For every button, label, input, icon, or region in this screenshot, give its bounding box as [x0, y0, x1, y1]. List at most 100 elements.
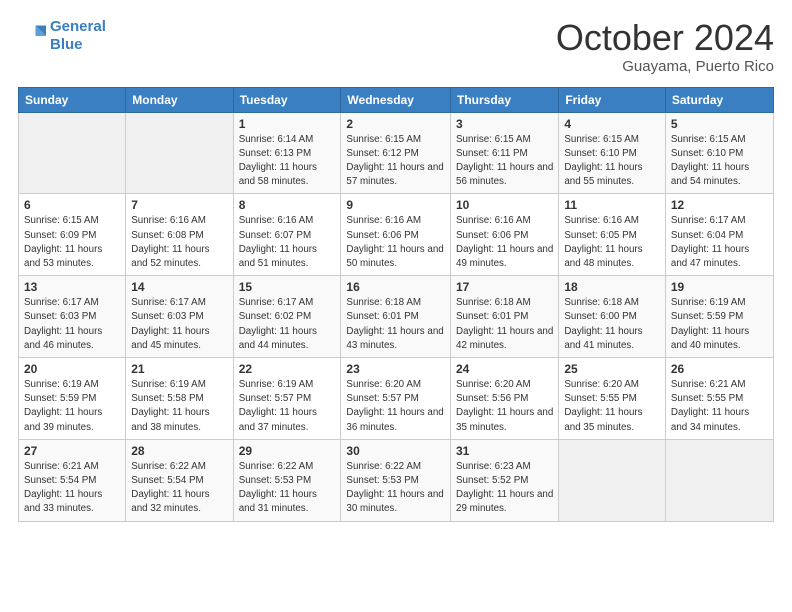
- day-info: Sunrise: 6:23 AMSunset: 5:52 PMDaylight:…: [456, 461, 553, 515]
- day-number: 14: [131, 280, 227, 294]
- day-info: Sunrise: 6:20 AMSunset: 5:56 PMDaylight:…: [456, 379, 553, 433]
- day-info: Sunrise: 6:16 AMSunset: 6:08 PMDaylight:…: [131, 215, 209, 269]
- day-info: Sunrise: 6:22 AMSunset: 5:53 PMDaylight:…: [239, 461, 317, 515]
- day-number: 24: [456, 362, 553, 376]
- day-number: 19: [671, 280, 768, 294]
- calendar: SundayMondayTuesdayWednesdayThursdayFrid…: [18, 87, 774, 522]
- calendar-cell: 29 Sunrise: 6:22 AMSunset: 5:53 PMDaylig…: [233, 439, 341, 521]
- day-number: 21: [131, 362, 227, 376]
- day-info: Sunrise: 6:15 AMSunset: 6:11 PMDaylight:…: [456, 134, 553, 188]
- calendar-cell: 11 Sunrise: 6:16 AMSunset: 6:05 PMDaylig…: [559, 194, 666, 276]
- calendar-cell: [126, 112, 233, 194]
- day-info: Sunrise: 6:15 AMSunset: 6:10 PMDaylight:…: [564, 134, 642, 188]
- calendar-cell: 13 Sunrise: 6:17 AMSunset: 6:03 PMDaylig…: [19, 276, 126, 358]
- day-info: Sunrise: 6:15 AMSunset: 6:12 PMDaylight:…: [346, 134, 443, 188]
- day-of-week-header: Tuesday: [233, 87, 341, 112]
- day-of-week-header: Friday: [559, 87, 666, 112]
- calendar-cell: 18 Sunrise: 6:18 AMSunset: 6:00 PMDaylig…: [559, 276, 666, 358]
- calendar-week-row: 6 Sunrise: 6:15 AMSunset: 6:09 PMDayligh…: [19, 194, 774, 276]
- day-number: 1: [239, 117, 336, 131]
- day-of-week-header: Saturday: [665, 87, 773, 112]
- day-info: Sunrise: 6:16 AMSunset: 6:06 PMDaylight:…: [456, 215, 553, 269]
- day-number: 30: [346, 444, 445, 458]
- calendar-cell: 23 Sunrise: 6:20 AMSunset: 5:57 PMDaylig…: [341, 358, 451, 440]
- calendar-cell: 2 Sunrise: 6:15 AMSunset: 6:12 PMDayligh…: [341, 112, 451, 194]
- day-number: 26: [671, 362, 768, 376]
- day-number: 31: [456, 444, 553, 458]
- calendar-body: 1 Sunrise: 6:14 AMSunset: 6:13 PMDayligh…: [19, 112, 774, 521]
- day-number: 15: [239, 280, 336, 294]
- location-title: Guayama, Puerto Rico: [556, 58, 774, 75]
- calendar-week-row: 1 Sunrise: 6:14 AMSunset: 6:13 PMDayligh…: [19, 112, 774, 194]
- day-info: Sunrise: 6:19 AMSunset: 5:59 PMDaylight:…: [24, 379, 102, 433]
- calendar-cell: 30 Sunrise: 6:22 AMSunset: 5:53 PMDaylig…: [341, 439, 451, 521]
- page-header: General Blue October 2024 Guayama, Puert…: [18, 18, 774, 75]
- day-of-week-header: Thursday: [451, 87, 559, 112]
- calendar-cell: 10 Sunrise: 6:16 AMSunset: 6:06 PMDaylig…: [451, 194, 559, 276]
- day-number: 28: [131, 444, 227, 458]
- calendar-cell: 26 Sunrise: 6:21 AMSunset: 5:55 PMDaylig…: [665, 358, 773, 440]
- day-number: 11: [564, 198, 660, 212]
- day-number: 27: [24, 444, 120, 458]
- day-number: 4: [564, 117, 660, 131]
- logo: General Blue: [18, 18, 106, 54]
- day-number: 5: [671, 117, 768, 131]
- day-number: 2: [346, 117, 445, 131]
- day-number: 3: [456, 117, 553, 131]
- day-info: Sunrise: 6:15 AMSunset: 6:10 PMDaylight:…: [671, 134, 749, 188]
- day-info: Sunrise: 6:18 AMSunset: 6:01 PMDaylight:…: [456, 297, 553, 351]
- day-number: 6: [24, 198, 120, 212]
- calendar-cell: 9 Sunrise: 6:16 AMSunset: 6:06 PMDayligh…: [341, 194, 451, 276]
- day-number: 13: [24, 280, 120, 294]
- calendar-cell: 16 Sunrise: 6:18 AMSunset: 6:01 PMDaylig…: [341, 276, 451, 358]
- day-info: Sunrise: 6:21 AMSunset: 5:54 PMDaylight:…: [24, 461, 102, 515]
- day-number: 10: [456, 198, 553, 212]
- day-info: Sunrise: 6:18 AMSunset: 6:00 PMDaylight:…: [564, 297, 642, 351]
- day-number: 8: [239, 198, 336, 212]
- calendar-cell: 22 Sunrise: 6:19 AMSunset: 5:57 PMDaylig…: [233, 358, 341, 440]
- day-info: Sunrise: 6:18 AMSunset: 6:01 PMDaylight:…: [346, 297, 443, 351]
- day-info: Sunrise: 6:21 AMSunset: 5:55 PMDaylight:…: [671, 379, 749, 433]
- calendar-cell: [665, 439, 773, 521]
- day-number: 9: [346, 198, 445, 212]
- day-info: Sunrise: 6:19 AMSunset: 5:57 PMDaylight:…: [239, 379, 317, 433]
- day-of-week-header: Wednesday: [341, 87, 451, 112]
- title-block: October 2024 Guayama, Puerto Rico: [556, 18, 774, 75]
- day-number: 29: [239, 444, 336, 458]
- calendar-cell: 12 Sunrise: 6:17 AMSunset: 6:04 PMDaylig…: [665, 194, 773, 276]
- calendar-cell: 3 Sunrise: 6:15 AMSunset: 6:11 PMDayligh…: [451, 112, 559, 194]
- day-of-week-header: Monday: [126, 87, 233, 112]
- day-info: Sunrise: 6:16 AMSunset: 6:05 PMDaylight:…: [564, 215, 642, 269]
- day-number: 25: [564, 362, 660, 376]
- calendar-week-row: 27 Sunrise: 6:21 AMSunset: 5:54 PMDaylig…: [19, 439, 774, 521]
- calendar-cell: 8 Sunrise: 6:16 AMSunset: 6:07 PMDayligh…: [233, 194, 341, 276]
- calendar-cell: [559, 439, 666, 521]
- calendar-cell: 27 Sunrise: 6:21 AMSunset: 5:54 PMDaylig…: [19, 439, 126, 521]
- day-info: Sunrise: 6:22 AMSunset: 5:53 PMDaylight:…: [346, 461, 443, 515]
- day-number: 17: [456, 280, 553, 294]
- calendar-cell: 17 Sunrise: 6:18 AMSunset: 6:01 PMDaylig…: [451, 276, 559, 358]
- day-info: Sunrise: 6:16 AMSunset: 6:07 PMDaylight:…: [239, 215, 317, 269]
- day-info: Sunrise: 6:17 AMSunset: 6:03 PMDaylight:…: [131, 297, 209, 351]
- calendar-cell: 25 Sunrise: 6:20 AMSunset: 5:55 PMDaylig…: [559, 358, 666, 440]
- day-info: Sunrise: 6:15 AMSunset: 6:09 PMDaylight:…: [24, 215, 102, 269]
- day-info: Sunrise: 6:17 AMSunset: 6:03 PMDaylight:…: [24, 297, 102, 351]
- day-of-week-header: Sunday: [19, 87, 126, 112]
- day-info: Sunrise: 6:14 AMSunset: 6:13 PMDaylight:…: [239, 134, 317, 188]
- day-info: Sunrise: 6:22 AMSunset: 5:54 PMDaylight:…: [131, 461, 209, 515]
- day-number: 18: [564, 280, 660, 294]
- day-number: 23: [346, 362, 445, 376]
- calendar-week-row: 20 Sunrise: 6:19 AMSunset: 5:59 PMDaylig…: [19, 358, 774, 440]
- day-number: 22: [239, 362, 336, 376]
- day-info: Sunrise: 6:20 AMSunset: 5:55 PMDaylight:…: [564, 379, 642, 433]
- calendar-cell: 28 Sunrise: 6:22 AMSunset: 5:54 PMDaylig…: [126, 439, 233, 521]
- calendar-header-row: SundayMondayTuesdayWednesdayThursdayFrid…: [19, 87, 774, 112]
- calendar-cell: 19 Sunrise: 6:19 AMSunset: 5:59 PMDaylig…: [665, 276, 773, 358]
- day-number: 7: [131, 198, 227, 212]
- day-info: Sunrise: 6:17 AMSunset: 6:04 PMDaylight:…: [671, 215, 749, 269]
- day-number: 16: [346, 280, 445, 294]
- logo-text: General Blue: [50, 18, 106, 54]
- day-info: Sunrise: 6:17 AMSunset: 6:02 PMDaylight:…: [239, 297, 317, 351]
- day-info: Sunrise: 6:20 AMSunset: 5:57 PMDaylight:…: [346, 379, 443, 433]
- day-info: Sunrise: 6:19 AMSunset: 5:59 PMDaylight:…: [671, 297, 749, 351]
